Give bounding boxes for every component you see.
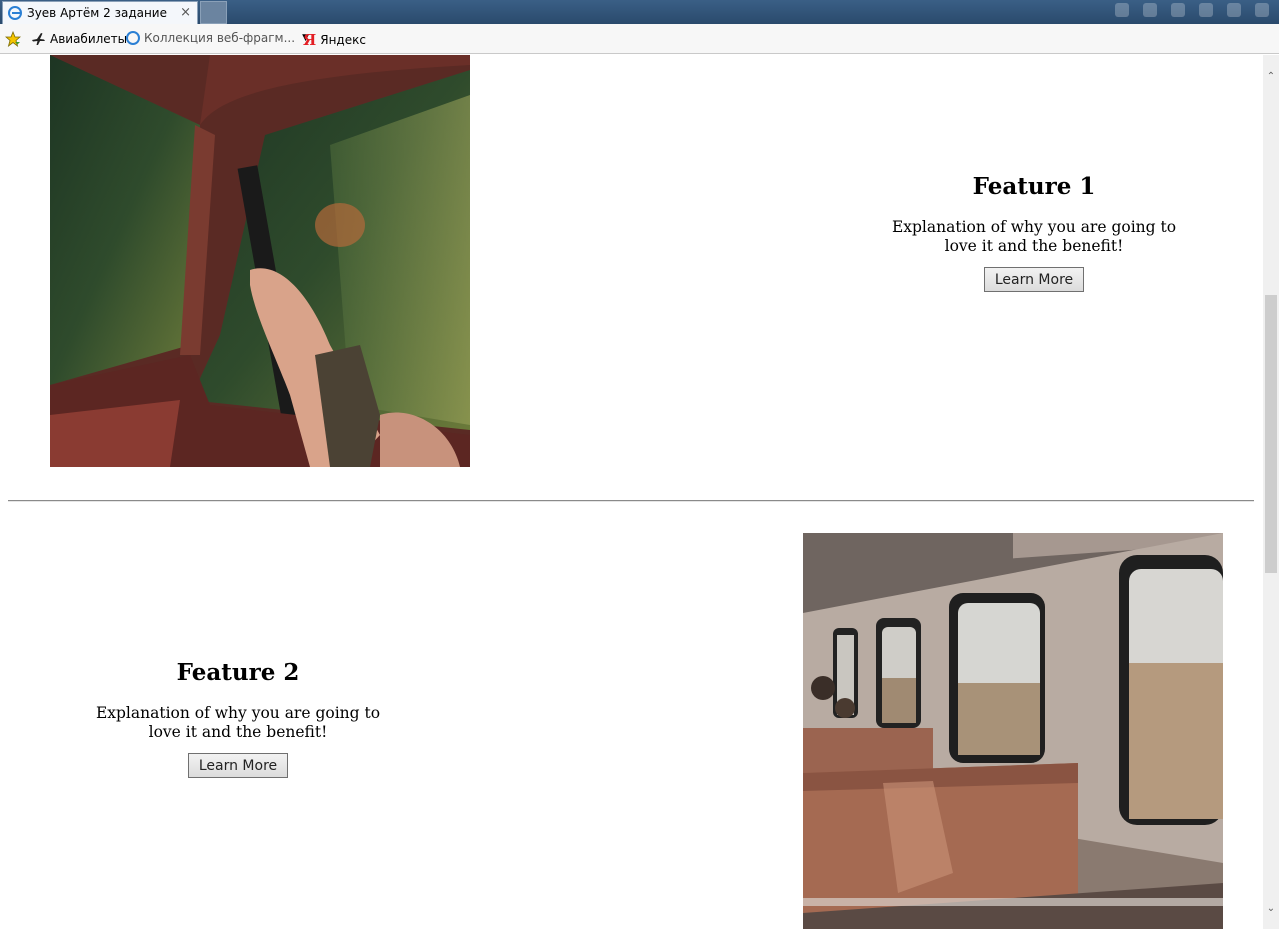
feature-2: Feature 2 Explanation of why you are goi… [83,659,393,778]
feature-description: Explanation of why you are going to love… [95,704,381,741]
scrollbar-thumb[interactable] [1265,295,1277,573]
system-tray [1115,3,1269,17]
train-interior-photo [803,533,1223,929]
yandex-icon: Я [303,31,317,49]
favorites-bar: Авиабилеты Коллекция веб-фрагм... ▼ Я Ян… [0,24,1279,54]
tray-icon [1255,3,1269,17]
learn-more-button[interactable]: Learn More [983,267,1085,292]
ie-icon [8,6,22,20]
new-tab-button[interactable] [200,1,227,24]
star-icon [5,31,21,47]
favorite-link-aviabilety[interactable]: Авиабилеты [30,31,127,47]
tray-icon [1143,3,1157,17]
favorite-label: Яндекс [320,33,366,47]
favorites-star-button[interactable] [5,31,21,47]
close-icon[interactable]: × [180,5,191,20]
feature-title: Feature 2 [176,659,300,686]
tray-icon [1115,3,1129,17]
tray-icon [1227,3,1241,17]
favorite-label: Авиабилеты [50,32,128,46]
page-content: Feature 1 Explanation of why you are goi… [0,55,1263,929]
feature-title: Feature 1 [972,173,1096,200]
scroll-down-icon[interactable]: ⌄ [1263,901,1279,917]
ie-icon [126,31,140,45]
truck-window-photo [50,55,470,467]
tab-title: Зуев Артём 2 задание [27,6,167,20]
scroll-up-icon[interactable]: ⌃ [1263,69,1279,85]
vertical-scrollbar[interactable]: ⌃ ⌄ [1263,55,1279,929]
feature-description: Explanation of why you are going to love… [891,218,1177,255]
tray-icon [1171,3,1185,17]
learn-more-button[interactable]: Learn More [187,753,289,778]
horizontal-divider [8,500,1254,502]
favorite-link-collection[interactable]: Коллекция веб-фрагм... ▼ [126,31,309,45]
tray-icon [1199,3,1213,17]
browser-tab[interactable]: Зуев Артём 2 задание × [2,1,198,24]
favorite-link-yandex[interactable]: Я Яндекс [303,31,366,49]
browser-titlebar: Зуев Артём 2 задание × [0,0,1279,24]
feature-1: Feature 1 Explanation of why you are goi… [879,173,1189,292]
favorite-label: Коллекция веб-фрагм... [144,31,296,45]
airplane-icon [32,33,45,45]
